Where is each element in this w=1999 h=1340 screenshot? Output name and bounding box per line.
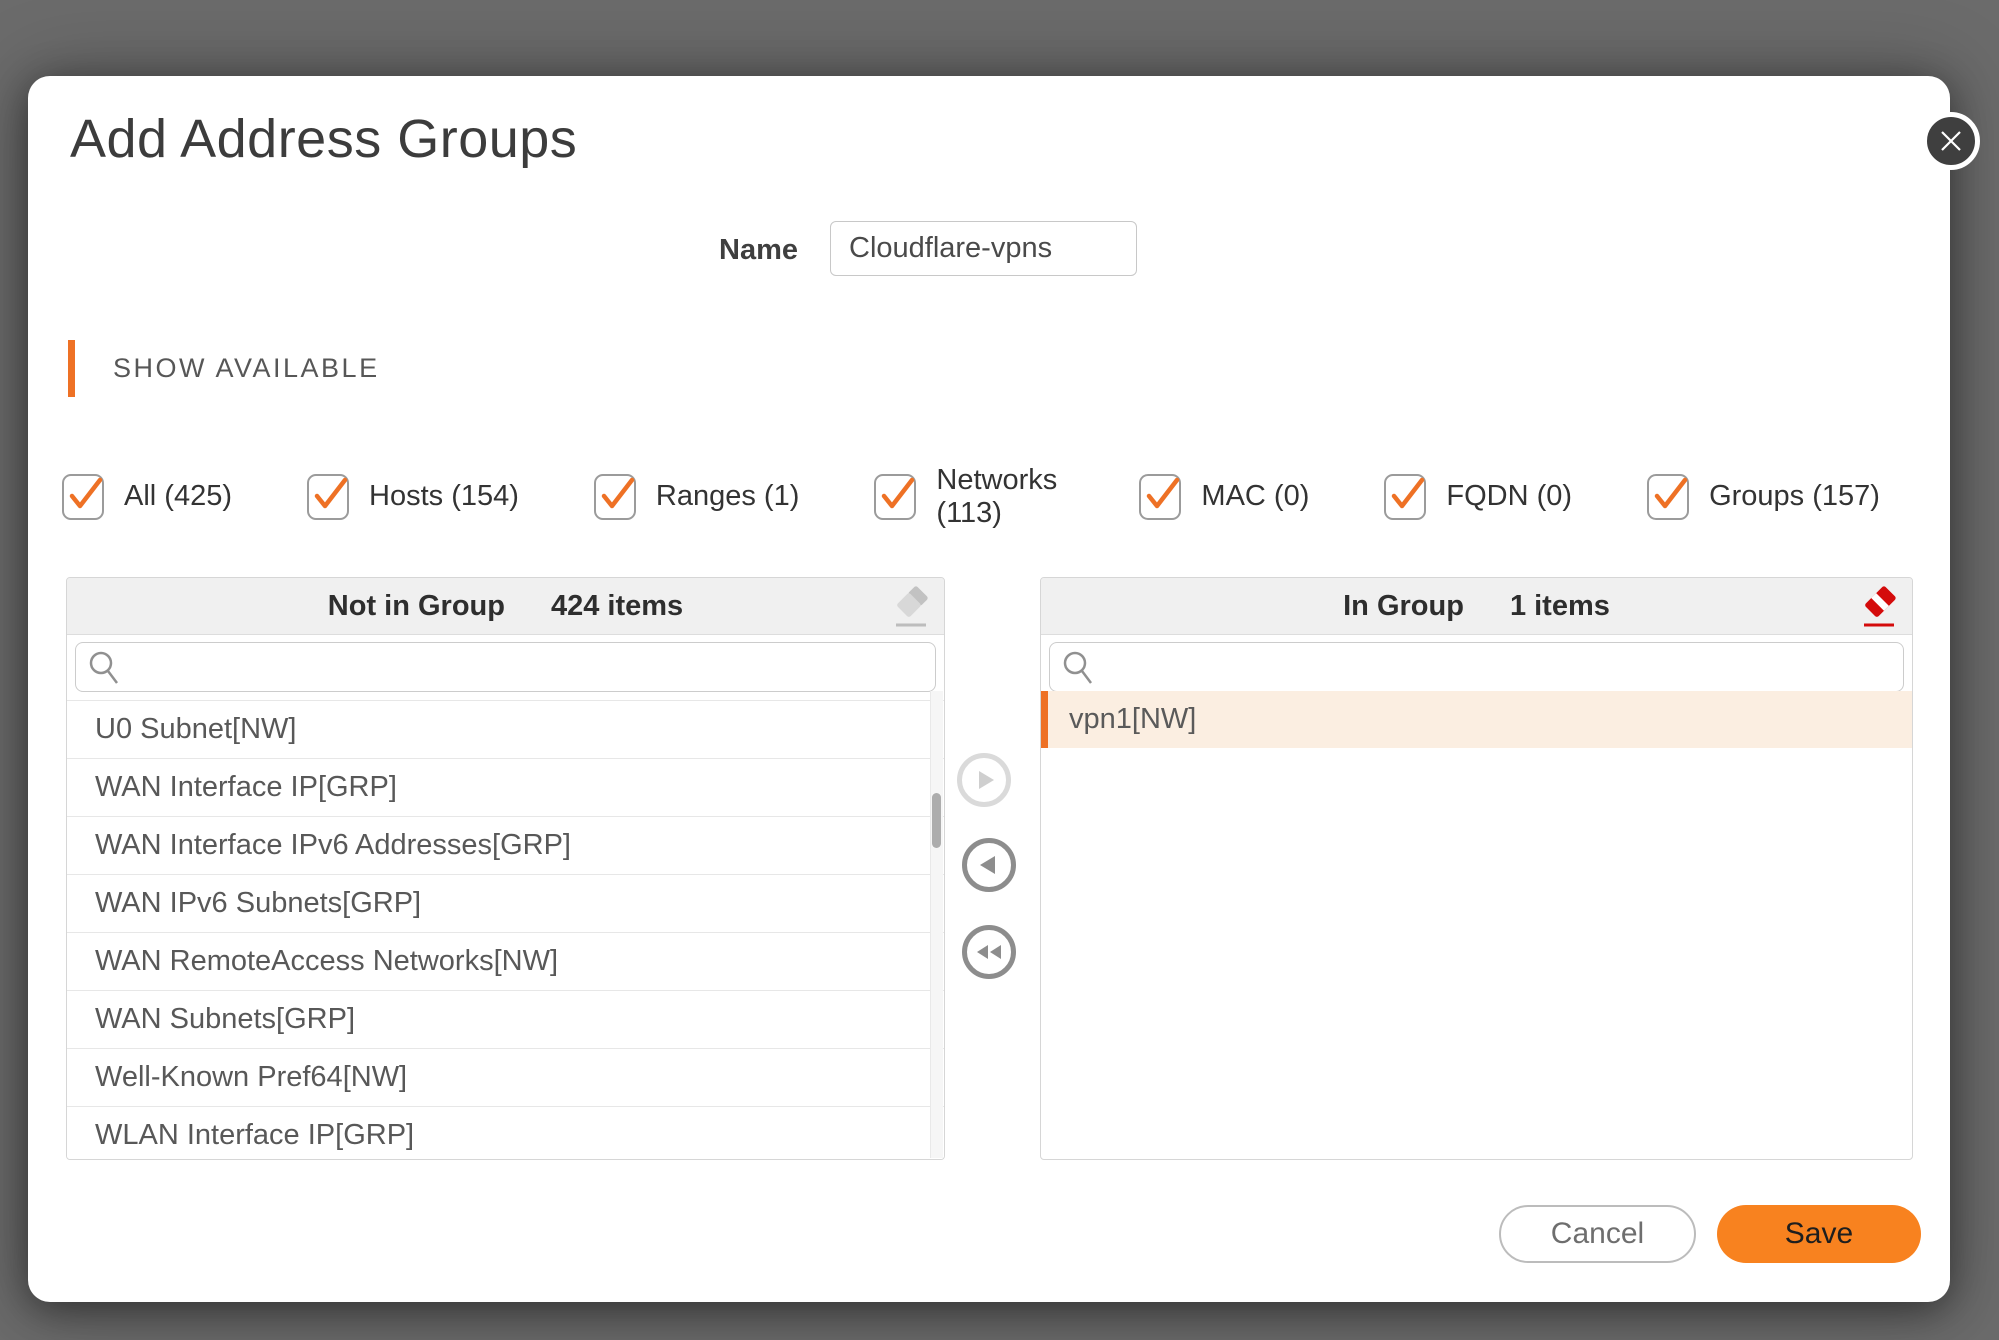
checkbox-checked-icon[interactable]: [62, 474, 104, 520]
list-item[interactable]: Well-Known Pref64[NW]: [67, 1049, 944, 1107]
filter-checkbox-fqdn[interactable]: FQDN (0): [1384, 474, 1572, 520]
filter-checkbox-networks[interactable]: Networks (113): [874, 464, 1064, 531]
checkbox-checked-icon[interactable]: [1647, 474, 1689, 520]
list-item[interactable]: WAN RemoteAccess Networks[NW]: [67, 933, 944, 991]
in-group-header: In Group 1 items: [1041, 578, 1912, 635]
checkbox-checked-icon[interactable]: [1139, 474, 1181, 520]
filter-label: Groups (157): [1709, 480, 1880, 513]
show-available-section: SHOW AVAILABLE: [68, 340, 380, 397]
clear-list-button[interactable]: [1858, 585, 1900, 629]
filter-label: MAC (0): [1201, 480, 1309, 513]
close-button[interactable]: [1922, 112, 1980, 170]
search-icon: [1060, 648, 1104, 686]
partially-scrolled-row: [67, 691, 944, 701]
not-in-group-list[interactable]: U0 Subnet[NW] WAN Interface IP[GRP] WAN …: [67, 691, 944, 1159]
name-label: Name: [628, 234, 798, 267]
panel-title: Not in Group: [328, 590, 505, 623]
filter-checkbox-ranges[interactable]: Ranges (1): [594, 474, 799, 520]
panel-item-count: 424 items: [551, 590, 683, 623]
right-arrow-icon: [969, 765, 999, 795]
filter-label: FQDN (0): [1446, 480, 1572, 513]
search-input[interactable]: [130, 643, 925, 691]
double-left-arrow-icon: [973, 937, 1005, 967]
scrollbar-track[interactable]: [930, 691, 943, 1158]
list-item[interactable]: U0 Subnet[NW]: [67, 701, 944, 759]
search-input[interactable]: [1104, 643, 1893, 691]
panel-title: In Group: [1343, 590, 1464, 623]
filter-checkbox-groups[interactable]: Groups (157): [1647, 474, 1880, 520]
filter-checkbox-hosts[interactable]: Hosts (154): [307, 474, 519, 520]
left-arrow-icon: [974, 850, 1004, 880]
filter-checkbox-mac[interactable]: MAC (0): [1139, 474, 1309, 520]
checkbox-checked-icon[interactable]: [874, 474, 916, 520]
filter-label: Hosts (154): [369, 480, 519, 513]
list-item[interactable]: WAN IPv6 Subnets[GRP]: [67, 875, 944, 933]
cancel-button[interactable]: Cancel: [1499, 1205, 1696, 1263]
dialog-title: Add Address Groups: [70, 108, 577, 170]
filter-label: Networks (113): [936, 464, 1064, 531]
list-item[interactable]: WAN Interface IPv6 Addresses[GRP]: [67, 817, 944, 875]
eraser-icon: [890, 585, 932, 629]
clear-list-button[interactable]: [890, 585, 932, 629]
not-in-group-search[interactable]: [75, 642, 936, 692]
search-icon: [86, 648, 130, 686]
panel-item-count: 1 items: [1510, 590, 1610, 623]
selected-list-item[interactable]: vpn1[NW]: [1041, 691, 1912, 748]
checkbox-checked-icon[interactable]: [307, 474, 349, 520]
move-right-button[interactable]: [957, 753, 1011, 807]
close-icon: [1938, 128, 1964, 154]
move-left-button[interactable]: [962, 838, 1016, 892]
section-accent-bar: [68, 340, 75, 397]
scrollbar-thumb[interactable]: [932, 793, 941, 848]
in-group-search[interactable]: [1049, 642, 1904, 692]
checkbox-checked-icon[interactable]: [594, 474, 636, 520]
filter-label: All (425): [124, 480, 232, 513]
filter-checkbox-all[interactable]: All (425): [62, 474, 232, 520]
name-input[interactable]: [830, 221, 1137, 276]
filter-label: Ranges (1): [656, 480, 799, 513]
in-group-list[interactable]: vpn1[NW]: [1041, 691, 1912, 1159]
move-all-left-button[interactable]: [962, 925, 1016, 979]
list-item[interactable]: WAN Interface IP[GRP]: [67, 759, 944, 817]
save-button[interactable]: Save: [1717, 1205, 1921, 1263]
not-in-group-header: Not in Group 424 items: [67, 578, 944, 635]
not-in-group-panel: Not in Group 424 items: [66, 577, 945, 1160]
type-filter-row: All (425) Hosts (154) Ranges (1) Network…: [62, 454, 1880, 540]
checkbox-checked-icon[interactable]: [1384, 474, 1426, 520]
add-address-groups-dialog: Add Address Groups Name SHOW AVAILABLE A…: [28, 76, 1950, 1302]
list-item[interactable]: WLAN Interface IP[GRP]: [67, 1107, 944, 1159]
in-group-panel: In Group 1 items: [1040, 577, 1913, 1160]
section-title: SHOW AVAILABLE: [113, 353, 380, 384]
eraser-icon: [1858, 585, 1900, 629]
list-item[interactable]: WAN Subnets[GRP]: [67, 991, 944, 1049]
